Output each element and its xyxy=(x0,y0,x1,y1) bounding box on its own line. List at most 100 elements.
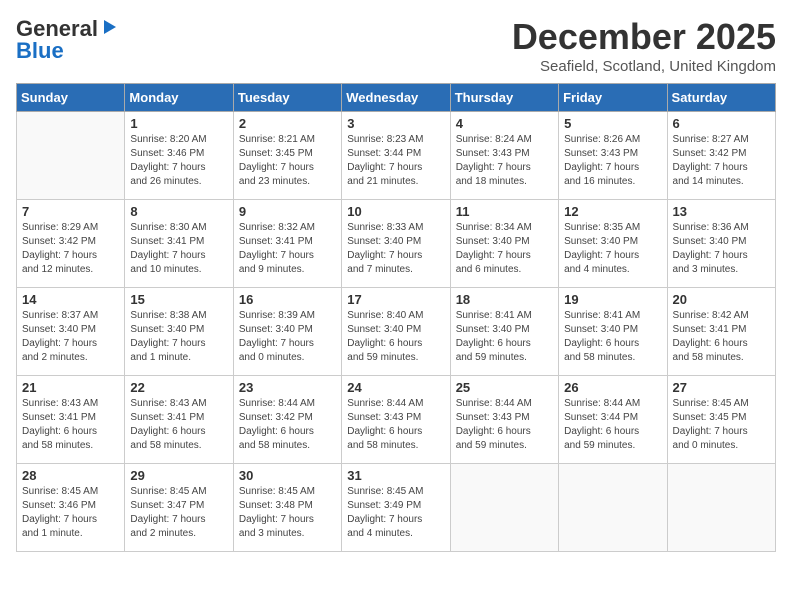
logo: General Blue xyxy=(16,16,118,64)
calendar-cell: 15 Sunrise: 8:38 AM Sunset: 3:40 PM Dayli… xyxy=(125,288,233,376)
day-number: 20 xyxy=(673,292,770,307)
calendar-cell: 7 Sunrise: 8:29 AM Sunset: 3:42 PM Daylig… xyxy=(17,200,125,288)
day-number: 28 xyxy=(22,468,119,483)
day-number: 9 xyxy=(239,204,336,219)
weekday-header-monday: Monday xyxy=(125,84,233,112)
day-number: 18 xyxy=(456,292,553,307)
day-info: Sunrise: 8:32 AM Sunset: 3:41 PM Dayligh… xyxy=(239,221,336,277)
day-number: 16 xyxy=(239,292,336,307)
day-info: Sunrise: 8:44 AM Sunset: 3:43 PM Dayligh… xyxy=(456,397,553,453)
weekday-header-tuesday: Tuesday xyxy=(233,84,341,112)
week-row-1: 1 Sunrise: 8:20 AM Sunset: 3:46 PM Daylig… xyxy=(17,112,776,200)
calendar-cell: 1 Sunrise: 8:20 AM Sunset: 3:46 PM Daylig… xyxy=(125,112,233,200)
calendar-cell: 3Sunrise: 8:23 AM Sunset: 3:44 PM Daylig… xyxy=(342,112,450,200)
calendar-cell xyxy=(17,112,125,200)
week-row-4: 21 Sunrise: 8:43 AM Sunset: 3:41 PM Dayli… xyxy=(17,376,776,464)
title-block: December 2025 Seafield, Scotland, United… xyxy=(512,16,776,75)
month-title: December 2025 xyxy=(512,16,776,58)
day-number: 15 xyxy=(130,292,227,307)
calendar-cell: 13 Sunrise: 8:36 AM Sunset: 3:40 PM Dayli… xyxy=(667,200,775,288)
calendar-cell: 8 Sunrise: 8:30 AM Sunset: 3:41 PM Daylig… xyxy=(125,200,233,288)
calendar-cell: 28 Sunrise: 8:45 AM Sunset: 3:46 PM Dayli… xyxy=(17,464,125,552)
calendar-cell: 25 Sunrise: 8:44 AM Sunset: 3:43 PM Dayli… xyxy=(450,376,558,464)
calendar-cell: 20Sunrise: 8:42 AM Sunset: 3:41 PM Dayli… xyxy=(667,288,775,376)
day-info: Sunrise: 8:40 AM Sunset: 3:40 PM Dayligh… xyxy=(347,309,444,365)
day-info: Sunrise: 8:36 AM Sunset: 3:40 PM Dayligh… xyxy=(673,221,770,277)
calendar-cell: 2 Sunrise: 8:21 AM Sunset: 3:45 PM Daylig… xyxy=(233,112,341,200)
day-number: 8 xyxy=(130,204,227,219)
day-number: 23 xyxy=(239,380,336,395)
day-info: Sunrise: 8:20 AM Sunset: 3:46 PM Dayligh… xyxy=(130,133,227,189)
day-number: 5 xyxy=(564,116,661,131)
day-number: 24 xyxy=(347,380,444,395)
day-number: 29 xyxy=(130,468,227,483)
calendar-cell xyxy=(667,464,775,552)
calendar-cell: 30Sunrise: 8:45 AM Sunset: 3:48 PM Dayli… xyxy=(233,464,341,552)
day-number: 12 xyxy=(564,204,661,219)
calendar-cell xyxy=(559,464,667,552)
logo-arrow-icon xyxy=(100,18,118,36)
calendar-cell: 29 Sunrise: 8:45 AM Sunset: 3:47 PM Dayli… xyxy=(125,464,233,552)
day-info: Sunrise: 8:35 AM Sunset: 3:40 PM Dayligh… xyxy=(564,221,661,277)
calendar-cell: 22 Sunrise: 8:43 AM Sunset: 3:41 PM Dayli… xyxy=(125,376,233,464)
weekday-header-row: SundayMondayTuesdayWednesdayThursdayFrid… xyxy=(17,84,776,112)
week-row-5: 28 Sunrise: 8:45 AM Sunset: 3:46 PM Dayli… xyxy=(17,464,776,552)
day-number: 25 xyxy=(456,380,553,395)
day-number: 3 xyxy=(347,116,444,131)
day-number: 11 xyxy=(456,204,553,219)
calendar-cell: 6Sunrise: 8:27 AM Sunset: 3:42 PM Daylig… xyxy=(667,112,775,200)
day-number: 2 xyxy=(239,116,336,131)
day-number: 22 xyxy=(130,380,227,395)
calendar-cell: 18Sunrise: 8:41 AM Sunset: 3:40 PM Dayli… xyxy=(450,288,558,376)
calendar-cell: 26 Sunrise: 8:44 AM Sunset: 3:44 PM Dayli… xyxy=(559,376,667,464)
day-number: 14 xyxy=(22,292,119,307)
day-info: Sunrise: 8:34 AM Sunset: 3:40 PM Dayligh… xyxy=(456,221,553,277)
calendar-cell: 24 Sunrise: 8:44 AM Sunset: 3:43 PM Dayli… xyxy=(342,376,450,464)
day-info: Sunrise: 8:37 AM Sunset: 3:40 PM Dayligh… xyxy=(22,309,119,365)
weekday-header-thursday: Thursday xyxy=(450,84,558,112)
day-info: Sunrise: 8:38 AM Sunset: 3:40 PM Dayligh… xyxy=(130,309,227,365)
day-info: Sunrise: 8:45 AM Sunset: 3:46 PM Dayligh… xyxy=(22,485,119,541)
calendar-table: SundayMondayTuesdayWednesdayThursdayFrid… xyxy=(16,83,776,552)
calendar-cell: 12 Sunrise: 8:35 AM Sunset: 3:40 PM Dayli… xyxy=(559,200,667,288)
day-info: Sunrise: 8:26 AM Sunset: 3:43 PM Dayligh… xyxy=(564,133,661,189)
day-number: 27 xyxy=(673,380,770,395)
day-info: Sunrise: 8:21 AM Sunset: 3:45 PM Dayligh… xyxy=(239,133,336,189)
weekday-header-wednesday: Wednesday xyxy=(342,84,450,112)
calendar-cell: 9 Sunrise: 8:32 AM Sunset: 3:41 PM Daylig… xyxy=(233,200,341,288)
calendar-cell xyxy=(450,464,558,552)
calendar-cell: 19Sunrise: 8:41 AM Sunset: 3:40 PM Dayli… xyxy=(559,288,667,376)
calendar-cell: 5 Sunrise: 8:26 AM Sunset: 3:43 PM Daylig… xyxy=(559,112,667,200)
calendar-cell: 27 Sunrise: 8:45 AM Sunset: 3:45 PM Dayli… xyxy=(667,376,775,464)
day-info: Sunrise: 8:29 AM Sunset: 3:42 PM Dayligh… xyxy=(22,221,119,277)
calendar-cell: 23 Sunrise: 8:44 AM Sunset: 3:42 PM Dayli… xyxy=(233,376,341,464)
day-number: 6 xyxy=(673,116,770,131)
day-number: 21 xyxy=(22,380,119,395)
day-number: 13 xyxy=(673,204,770,219)
calendar-cell: 10Sunrise: 8:33 AM Sunset: 3:40 PM Dayli… xyxy=(342,200,450,288)
day-number: 10 xyxy=(347,204,444,219)
day-info: Sunrise: 8:45 AM Sunset: 3:45 PM Dayligh… xyxy=(673,397,770,453)
calendar-cell: 4Sunrise: 8:24 AM Sunset: 3:43 PM Daylig… xyxy=(450,112,558,200)
weekday-header-saturday: Saturday xyxy=(667,84,775,112)
location: Seafield, Scotland, United Kingdom xyxy=(512,58,776,75)
day-info: Sunrise: 8:43 AM Sunset: 3:41 PM Dayligh… xyxy=(130,397,227,453)
day-info: Sunrise: 8:30 AM Sunset: 3:41 PM Dayligh… xyxy=(130,221,227,277)
calendar-cell: 11 Sunrise: 8:34 AM Sunset: 3:40 PM Dayli… xyxy=(450,200,558,288)
day-info: Sunrise: 8:39 AM Sunset: 3:40 PM Dayligh… xyxy=(239,309,336,365)
day-number: 17 xyxy=(347,292,444,307)
weekday-header-sunday: Sunday xyxy=(17,84,125,112)
day-info: Sunrise: 8:44 AM Sunset: 3:43 PM Dayligh… xyxy=(347,397,444,453)
day-number: 19 xyxy=(564,292,661,307)
day-info: Sunrise: 8:44 AM Sunset: 3:42 PM Dayligh… xyxy=(239,397,336,453)
day-number: 31 xyxy=(347,468,444,483)
calendar-cell: 16 Sunrise: 8:39 AM Sunset: 3:40 PM Dayli… xyxy=(233,288,341,376)
day-info: Sunrise: 8:24 AM Sunset: 3:43 PM Dayligh… xyxy=(456,133,553,189)
day-info: Sunrise: 8:43 AM Sunset: 3:41 PM Dayligh… xyxy=(22,397,119,453)
day-number: 1 xyxy=(130,116,227,131)
day-number: 7 xyxy=(22,204,119,219)
day-info: Sunrise: 8:45 AM Sunset: 3:47 PM Dayligh… xyxy=(130,485,227,541)
page-header: General Blue December 2025 Seafield, Sco… xyxy=(16,16,776,75)
day-info: Sunrise: 8:44 AM Sunset: 3:44 PM Dayligh… xyxy=(564,397,661,453)
day-number: 26 xyxy=(564,380,661,395)
